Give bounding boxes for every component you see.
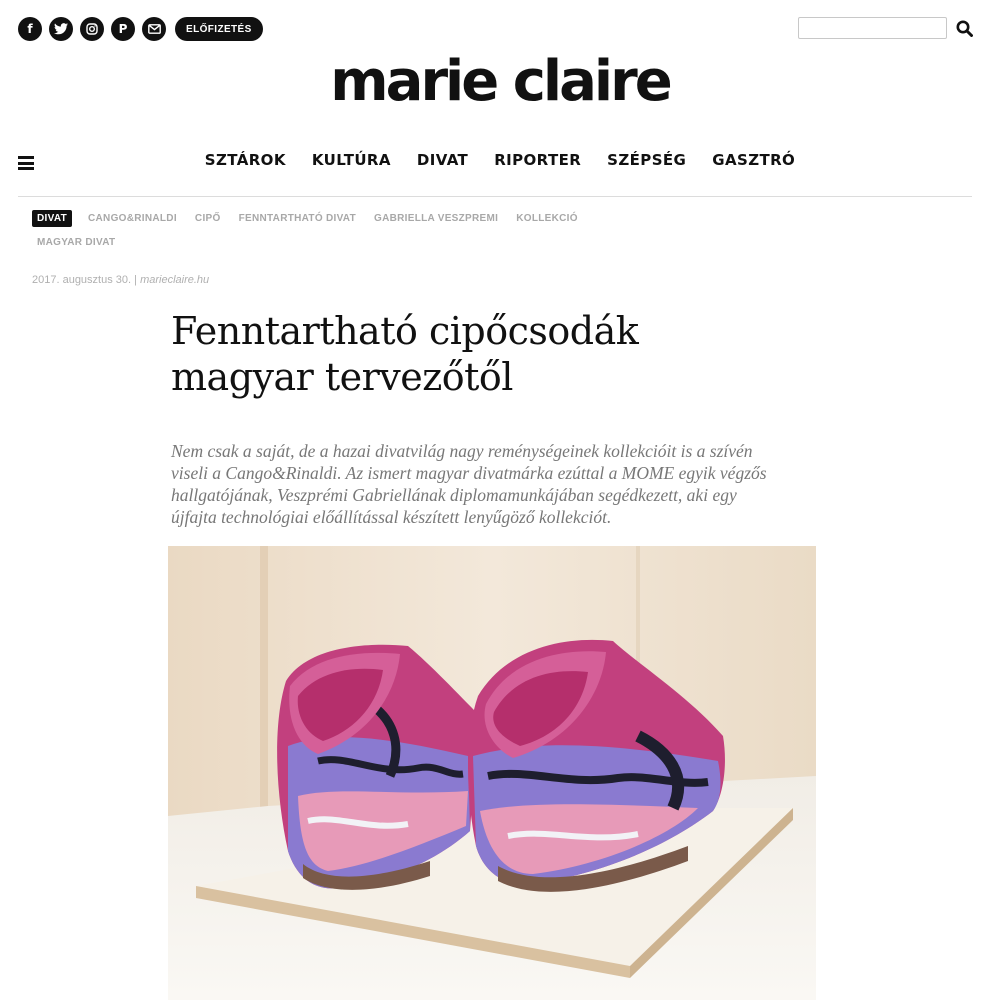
tag-cango-rinaldi[interactable]: CANGO&RINALDI [88,210,177,227]
nav-item-sztarok[interactable]: SZTÁROK [205,151,286,169]
email-icon[interactable] [142,17,166,41]
tag-fenntarthato-divat[interactable]: FENNTARTHATÓ DIVAT [239,210,356,227]
article-meta: 2017. augusztus 30. | marieclaire.hu [32,274,209,286]
twitter-icon[interactable] [49,17,73,41]
tag-gabriella-veszpremi[interactable]: GABRIELLA VESZPREMI [374,210,498,227]
site-logo[interactable]: marie claire [0,54,1000,110]
nav-item-kultura[interactable]: KULTÚRA [312,151,391,169]
nav-item-gasztro[interactable]: GASZTRÓ [712,151,795,169]
article-date: 2017. augusztus 30. [32,274,132,286]
title-line: magyar tervezőtől [171,355,513,399]
lead-line: Nem csak a saját, de a hazai divatvilág … [171,441,753,461]
tag-kollekcio[interactable]: KOLLEKCIÓ [516,210,578,227]
pinterest-icon[interactable]: P [111,17,135,41]
nav-divider [18,196,972,197]
article-lead: Nem csak a saját, de a hazai divatvilág … [171,440,831,528]
subscribe-button[interactable]: ELŐFIZETÉS [175,17,263,41]
search-bar [798,17,973,39]
nav-item-divat[interactable]: DIVAT [417,151,468,169]
meta-separator: | [134,274,137,286]
article-source[interactable]: marieclaire.hu [140,274,209,286]
article-photo [168,546,816,1000]
lead-line: hallgatójának, Veszprémi Gabriellának di… [171,485,737,505]
main-nav: SZTÁROK KULTÚRA DIVAT RIPORTER SZÉPSÉG G… [0,151,1000,169]
facebook-icon[interactable]: f [18,17,42,41]
article-title: Fenntartható cipőcsodák magyar tervezőtő… [171,308,791,400]
shoes-illustration [168,546,816,1000]
tag-cipo[interactable]: CIPŐ [195,210,221,227]
nav-item-szepseg[interactable]: SZÉPSÉG [607,151,686,169]
search-input[interactable] [798,17,947,39]
lead-line: újfajta technológiai előállítással készí… [171,507,612,527]
nav-item-riporter[interactable]: RIPORTER [494,151,581,169]
tag-list: DIVAT CANGO&RINALDI CIPŐ FENNTARTHATÓ DI… [32,210,632,251]
tag-divat[interactable]: DIVAT [32,210,73,227]
tag-magyar-divat[interactable]: MAGYAR DIVAT [37,234,115,251]
instagram-icon[interactable] [80,17,104,41]
title-line: Fenntartható cipőcsodák [171,309,639,353]
lead-line: viseli a Cango&Rinaldi. Az ismert magyar… [171,463,767,483]
social-bar: f P ELŐFIZETÉS [18,16,263,42]
search-icon[interactable] [955,19,973,37]
